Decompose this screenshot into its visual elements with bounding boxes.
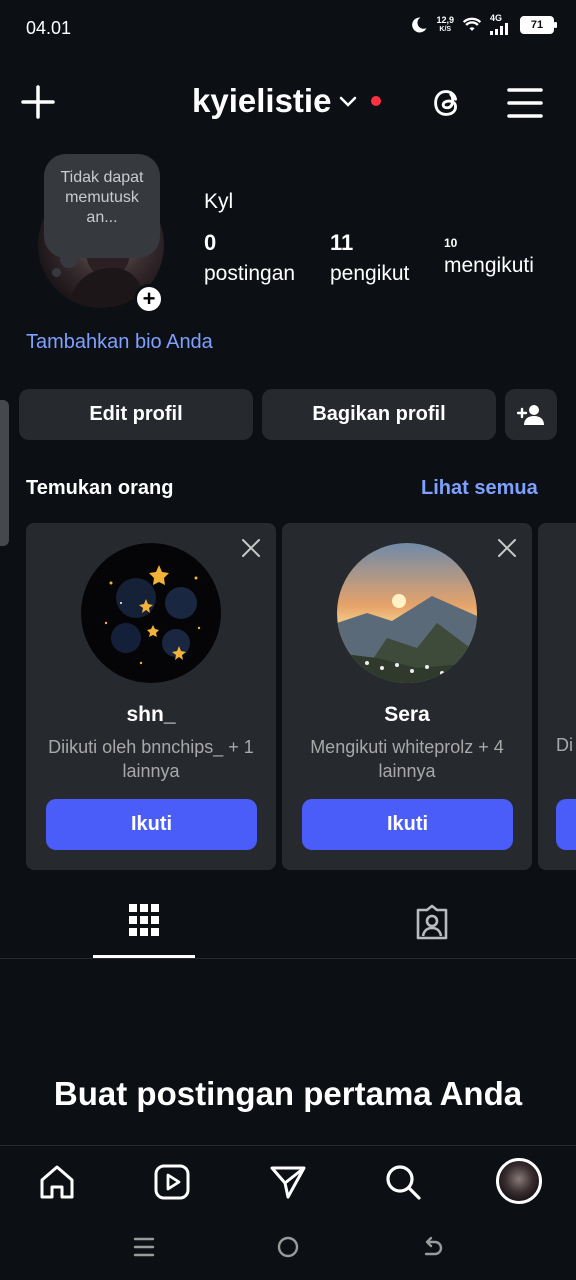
signal-icon — [490, 23, 508, 35]
discover-title: Temukan orang — [26, 477, 174, 499]
recent-apps-icon[interactable] — [132, 1235, 156, 1259]
suggestion-avatar[interactable] — [337, 543, 477, 683]
suggestion-card-partial[interactable]: Di — [538, 523, 576, 870]
add-story-plus-icon[interactable]: + — [134, 284, 164, 314]
search-icon[interactable] — [383, 1162, 423, 1202]
home-circle-icon[interactable] — [276, 1235, 300, 1259]
create-plus-icon[interactable] — [20, 84, 56, 120]
posts-stat[interactable]: 0 postingan — [204, 230, 295, 286]
battery-indicator: 71 — [520, 15, 557, 34]
chevron-down-icon — [340, 96, 357, 107]
tagged-person-icon[interactable] — [412, 902, 452, 942]
direct-message-icon[interactable] — [268, 1162, 308, 1202]
edit-profile-button[interactable]: Edit profil — [19, 389, 253, 440]
share-profile-button[interactable]: Bagikan profil — [262, 389, 496, 440]
mountain-sunset-photo — [337, 543, 477, 683]
suggestion-subtitle: Diikuti oleh bnnchips_ + 1 lainnya — [48, 737, 254, 781]
add-bio-link[interactable]: Tambahkan bio Anda — [26, 331, 213, 354]
suggestion-name: shn_ — [126, 703, 176, 726]
network-speed: 12,9 K/S — [436, 14, 454, 33]
suggestion-subtitle: Mengikuti whiteprolz + 4 lainnya — [310, 737, 504, 781]
space-stars-photo — [81, 543, 221, 683]
cell-signal: 4G — [490, 14, 512, 35]
moon-icon — [412, 16, 427, 32]
add-person-icon — [517, 404, 544, 425]
following-stat[interactable]: 10 mengikuti — [444, 230, 534, 278]
see-all-link[interactable]: Lihat semua — [421, 477, 538, 500]
account-switcher[interactable]: kyielistie — [192, 82, 382, 120]
empty-state-title: Buat postingan pertama Anda — [53, 1075, 523, 1112]
follow-button[interactable] — [556, 799, 576, 850]
back-icon[interactable] — [420, 1235, 444, 1259]
follow-button[interactable]: Ikuti — [302, 799, 513, 850]
close-icon[interactable] — [496, 537, 518, 559]
edge-panel-handle[interactable] — [0, 400, 9, 546]
note-bubble-tail-small — [52, 268, 61, 277]
suggestion-card[interactable]: shn_ Diikuti oleh bnnchips_ + 1 lainnya … — [26, 523, 276, 870]
home-icon[interactable] — [37, 1162, 77, 1202]
tab-divider — [0, 958, 576, 959]
suggestion-name: Sera — [384, 703, 430, 726]
note-bubble-tail — [60, 250, 78, 268]
profile-tab-avatar[interactable] — [496, 1158, 542, 1204]
status-icons: 12,9 K/S 4G 71 — [410, 14, 557, 35]
discover-people-button[interactable] — [505, 389, 557, 440]
followers-stat[interactable]: 11 pengikut — [330, 230, 409, 286]
grid-icon[interactable] — [128, 902, 160, 938]
notification-dot — [371, 96, 382, 106]
suggestion-subtitle: Di — [556, 735, 573, 755]
wifi-icon — [462, 17, 482, 31]
suggestion-avatar[interactable] — [81, 543, 221, 683]
display-name: Kyl — [204, 190, 234, 213]
close-icon[interactable] — [240, 537, 262, 559]
suggestion-card[interactable]: Sera Mengikuti whiteprolz + 4 lainnya Ik… — [282, 523, 532, 870]
username: kyielistie — [192, 82, 332, 119]
follow-button[interactable]: Ikuti — [46, 799, 257, 850]
menu-icon[interactable] — [506, 86, 544, 120]
threads-icon[interactable] — [428, 84, 466, 122]
reels-icon[interactable] — [152, 1162, 192, 1202]
note-bubble[interactable]: Tidak dapat memutusk an... — [44, 154, 160, 258]
status-time: 04.01 — [26, 18, 72, 38]
